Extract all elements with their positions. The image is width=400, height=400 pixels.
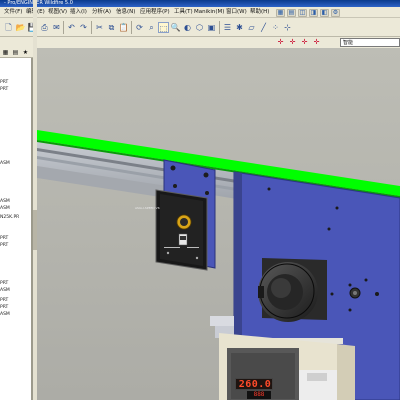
- menu-tools[interactable]: 工具(T): [174, 7, 193, 18]
- print-icon[interactable]: ⎙: [39, 22, 50, 33]
- find-icon[interactable]: ⌕: [146, 22, 157, 33]
- menu-applications[interactable]: 应用程序(P): [140, 7, 170, 18]
- tree-item[interactable]: PRT: [0, 305, 8, 310]
- menu-bar: 文件(F) 编辑(E) 视图(V) 插入(I) 分析(A) 信息(N) 应用程序…: [0, 7, 400, 18]
- spin-center-icon[interactable]: ✱: [234, 22, 245, 33]
- temperature-readout: 260.0: [238, 379, 272, 390]
- tree-item[interactable]: PRT: [0, 236, 8, 241]
- point-toggle-icon[interactable]: ✛: [300, 38, 309, 47]
- open-icon[interactable]: 📂: [15, 22, 26, 33]
- menu-info[interactable]: 信息(N): [116, 7, 135, 18]
- menu-help[interactable]: 帮助(H): [250, 7, 269, 18]
- tree-item[interactable]: PRT: [0, 87, 8, 92]
- main-toolbar: 🗋 📂 💾 ⎙ ✉ ↶ ↷ ✂ ⧉ 📋 ⟳ ⌕ ⬚ 🔍 ◐ ⬡ ▣ ☰ ✱ ▱ …: [0, 18, 400, 37]
- menu-view[interactable]: 视图(V): [48, 7, 67, 18]
- tree-item[interactable]: ASM: [0, 206, 10, 211]
- secondary-toolbar: ✛ ✛ ✛ ✛ 智能: [0, 37, 400, 48]
- layer-icon[interactable]: ☰: [222, 22, 233, 33]
- selection-icon[interactable]: ◨: [309, 9, 318, 17]
- copy-icon[interactable]: ⧉: [106, 22, 117, 33]
- tree-item[interactable]: PRT: [0, 243, 8, 248]
- model-tree-toggle-icon[interactable]: ▦: [276, 9, 285, 17]
- regen-icon[interactable]: ⟳: [134, 22, 145, 33]
- tree-item[interactable]: ASM: [0, 312, 10, 317]
- tree-item[interactable]: N25K.PR: [0, 215, 19, 220]
- orient-icon[interactable]: ⬡: [194, 22, 205, 33]
- menu-window[interactable]: 窗口(W): [226, 7, 247, 18]
- annotation-icon[interactable]: ✛: [288, 38, 297, 47]
- model-tree-tabs: ▦ ▤ ★: [0, 48, 33, 58]
- select-icon[interactable]: ⬚: [158, 22, 169, 33]
- graphics-window[interactable]: ASIA-I-SPEED V6: [37, 48, 400, 400]
- mail-icon[interactable]: ✉: [51, 22, 62, 33]
- selection-filter[interactable]: 智能: [340, 38, 400, 47]
- tree-item[interactable]: PRT: [0, 80, 8, 85]
- repaint-icon[interactable]: ◐: [182, 22, 193, 33]
- favorites-tab-icon[interactable]: ★: [21, 49, 30, 57]
- datum-axis-icon[interactable]: ╱: [258, 22, 269, 33]
- undo-icon[interactable]: ↶: [66, 22, 77, 33]
- tree-item[interactable]: ASM: [0, 161, 10, 166]
- setpoint-readout: 888: [253, 391, 265, 398]
- controller-label: ASIA-I-SPEED V6: [135, 206, 160, 210]
- model-tree-panel: ▦ ▤ ★ PRT PRT ASM ASM ASM N25K.PR PRT PR…: [0, 48, 33, 400]
- model-tree-tab-icon[interactable]: ▦: [1, 49, 10, 57]
- view-icon[interactable]: ▣: [206, 22, 217, 33]
- csys-toggle-icon[interactable]: ✛: [312, 38, 321, 47]
- menu-analysis[interactable]: 分析(A): [92, 7, 111, 18]
- datum-point-icon[interactable]: ⁘: [270, 22, 281, 33]
- layer-tree-icon[interactable]: ▤: [287, 9, 296, 17]
- title-bar: - Pro/ENGINEER Wildfire 5.0: [0, 0, 400, 7]
- menu-insert[interactable]: 插入(I): [70, 7, 87, 18]
- menu-file[interactable]: 文件(F): [4, 7, 22, 18]
- new-icon[interactable]: 🗋: [3, 22, 14, 33]
- window-layout-icon[interactable]: ◧: [320, 9, 329, 17]
- tree-item[interactable]: PRT: [0, 281, 8, 286]
- window-title: - Pro/ENGINEER Wildfire 5.0: [4, 0, 73, 6]
- zoom-icon[interactable]: 🔍: [170, 22, 181, 33]
- datum-plane-icon[interactable]: ▱: [246, 22, 257, 33]
- menu-manikin[interactable]: Manikin(M): [194, 7, 224, 18]
- paste-icon[interactable]: 📋: [118, 22, 129, 33]
- tree-item[interactable]: ASM: [0, 288, 10, 293]
- datum-toggle-icon[interactable]: ✛: [276, 38, 285, 47]
- cut-icon[interactable]: ✂: [94, 22, 105, 33]
- temperature-display: 260.0: [235, 378, 273, 390]
- folder-browser-tab-icon[interactable]: ▤: [11, 49, 20, 57]
- settings-icon[interactable]: ⚙: [331, 9, 340, 17]
- redo-icon[interactable]: ↷: [78, 22, 89, 33]
- model-scene: [37, 48, 400, 400]
- tree-item[interactable]: ASM: [0, 199, 10, 204]
- csys-icon[interactable]: ⊹: [282, 22, 293, 33]
- tree-item[interactable]: PRT: [0, 298, 8, 303]
- setpoint-display: 888: [247, 391, 271, 399]
- browser-icon[interactable]: ◫: [298, 9, 307, 17]
